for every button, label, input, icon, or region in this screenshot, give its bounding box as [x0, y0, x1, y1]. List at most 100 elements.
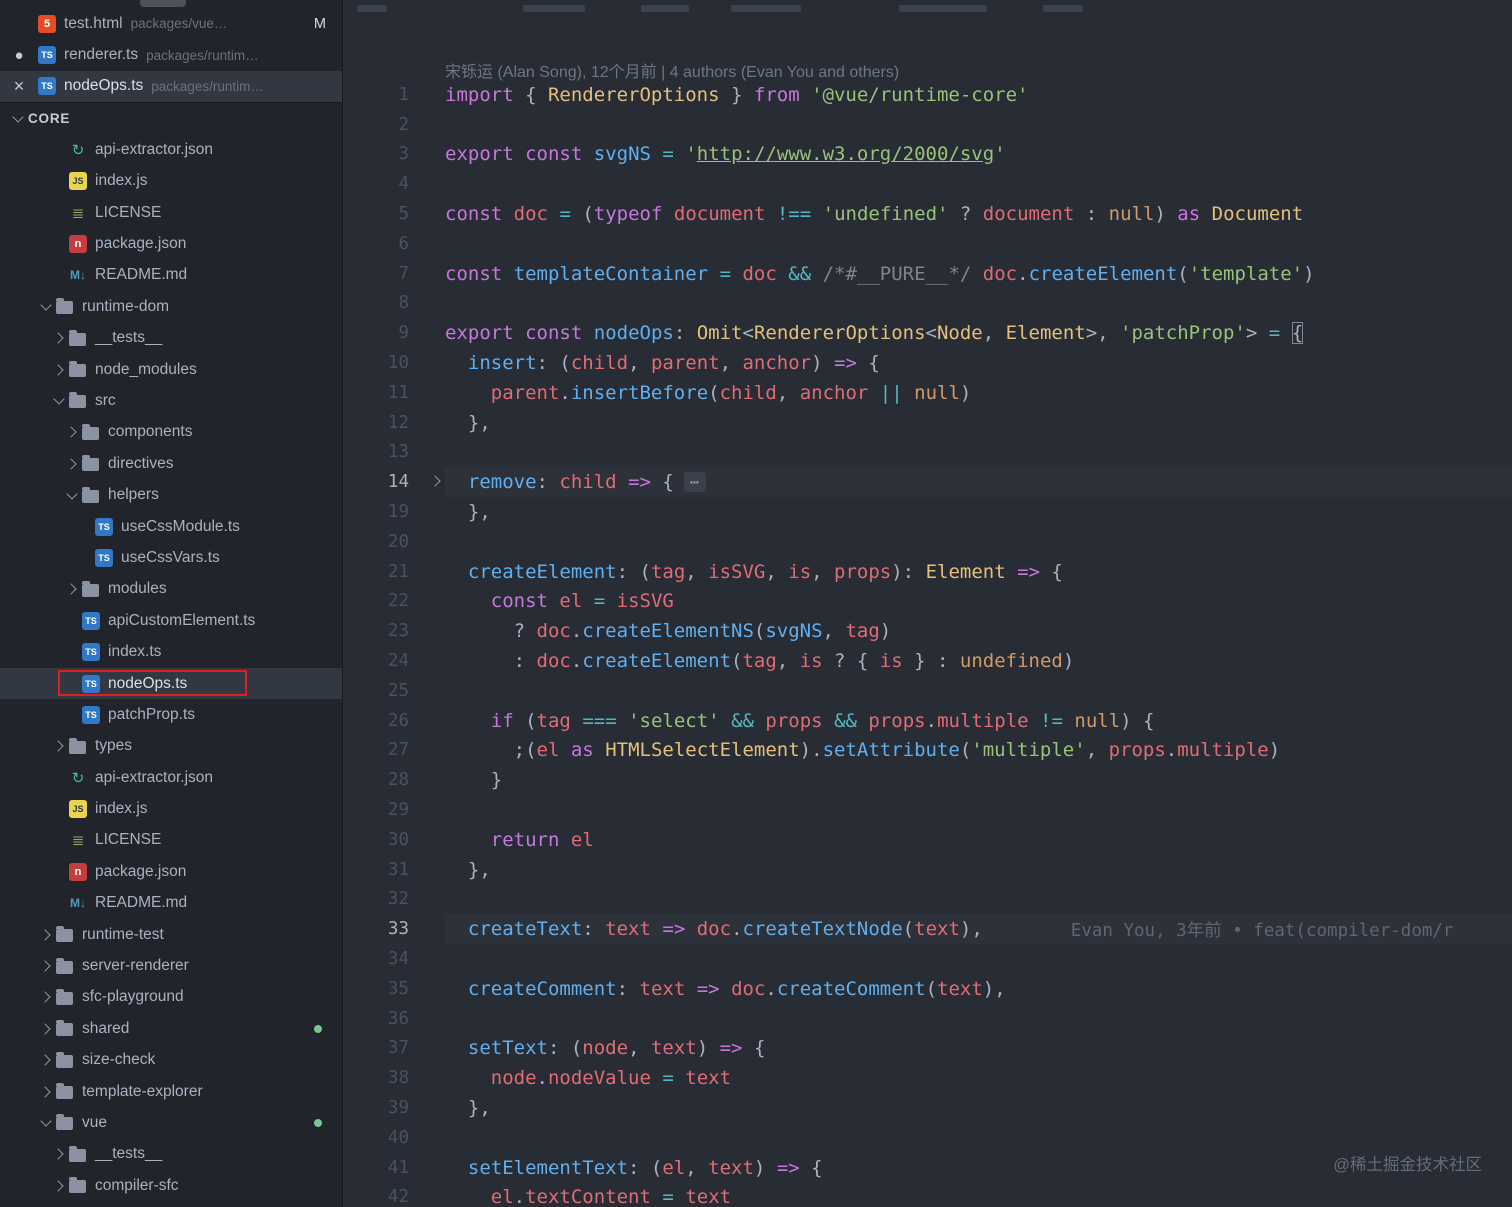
code-line-32[interactable]: 32 — [343, 885, 1512, 915]
tree-item-useCssModule.ts[interactable]: TS useCssModule.ts — [0, 511, 342, 542]
code-line-text[interactable] — [445, 527, 1512, 557]
code-line-text[interactable] — [445, 944, 1512, 974]
code-line-36[interactable]: 36 — [343, 1004, 1512, 1034]
line-number[interactable]: 8 — [343, 289, 445, 319]
code-line-5[interactable]: 5 const doc = (typeof document !== 'undef… — [343, 199, 1512, 229]
code-line-text[interactable]: createComment: text => doc. createComment… — [445, 974, 1512, 1004]
code-line-text[interactable] — [445, 1123, 1512, 1153]
code-area[interactable]: 1 import { RendererOptions } from '@vue/r… — [343, 80, 1512, 1207]
code-line-20[interactable]: 20 — [343, 527, 1512, 557]
line-number[interactable]: 36 — [343, 1004, 445, 1034]
code-line-12[interactable]: 12 }, — [343, 408, 1512, 438]
code-line-21[interactable]: 21 createElement: (tag, isSVG, is, props… — [343, 557, 1512, 587]
code-line-text[interactable]: }, — [445, 1093, 1512, 1123]
section-header-core[interactable]: CORE — [0, 103, 342, 134]
tree-item-types[interactable]: types — [0, 731, 342, 762]
chevron-right-icon[interactable] — [36, 1056, 56, 1064]
line-number[interactable]: 2 — [343, 110, 445, 140]
code-line-30[interactable]: 30 return el — [343, 825, 1512, 855]
tree-item-LICENSE[interactable]: ≣ LICENSE — [0, 825, 342, 856]
line-number[interactable]: 22 — [343, 587, 445, 617]
chevron-right-icon[interactable] — [62, 460, 82, 468]
chevron-right-icon[interactable] — [62, 585, 82, 593]
tree-item-LICENSE[interactable]: ≣ LICENSE — [0, 197, 342, 228]
close-icon[interactable]: × — [0, 77, 38, 95]
line-number[interactable]: 1 — [343, 80, 445, 110]
code-line-text[interactable]: ;(el as HTMLSelectElement). setAttribute(… — [445, 736, 1512, 766]
tree-item-index.ts[interactable]: TS index.ts — [0, 636, 342, 667]
code-line-text[interactable]: ? doc. createElementNS(svgNS, tag) — [445, 616, 1512, 646]
line-number[interactable]: 10 — [343, 348, 445, 378]
chevron-right-icon[interactable] — [49, 1182, 69, 1190]
line-number[interactable]: 4 — [343, 169, 445, 199]
code-line-text[interactable] — [445, 289, 1512, 319]
line-number[interactable]: 11 — [343, 378, 445, 408]
code-line-19[interactable]: 19 }, — [343, 497, 1512, 527]
tree-item-vue[interactable]: vue — [0, 1107, 342, 1138]
code-line-text[interactable]: }, — [445, 855, 1512, 885]
line-number[interactable]: 38 — [343, 1063, 445, 1093]
code-line-7[interactable]: 7 const templateContainer = doc && /*#__P… — [343, 259, 1512, 289]
code-line-text[interactable] — [445, 676, 1512, 706]
line-number[interactable]: 23 — [343, 616, 445, 646]
code-line-text[interactable]: createElement: (tag, isSVG, is, props): … — [445, 557, 1512, 587]
line-number[interactable]: 12 — [343, 408, 445, 438]
tree-item-index.js[interactable]: JS index.js — [0, 166, 342, 197]
line-number[interactable]: 37 — [343, 1034, 445, 1064]
code-line-text[interactable] — [445, 1004, 1512, 1034]
code-line-text[interactable]: return el — [445, 825, 1512, 855]
code-line-4[interactable]: 4 — [343, 169, 1512, 199]
tree-item-compiler-sfc[interactable]: compiler-sfc — [0, 1170, 342, 1201]
line-number[interactable]: 31 — [343, 855, 445, 885]
line-number[interactable]: 20 — [343, 527, 445, 557]
tree-item-helpers[interactable]: helpers — [0, 479, 342, 510]
open-editor-renderer.ts[interactable]: ● TS renderer.ts packages/runtim… — [0, 39, 342, 70]
code-line-35[interactable]: 35 createComment: text => doc. createComm… — [343, 974, 1512, 1004]
chevron-right-icon[interactable] — [49, 366, 69, 374]
code-line-text[interactable]: remove: child => {⋯ — [445, 467, 1512, 498]
line-number[interactable]: 3 — [343, 140, 445, 170]
code-line-34[interactable]: 34 — [343, 944, 1512, 974]
code-line-26[interactable]: 26 if (tag === 'select' && props && prop… — [343, 706, 1512, 736]
tree-item-src[interactable]: src — [0, 385, 342, 416]
line-number[interactable]: 41 — [343, 1153, 445, 1183]
code-line-text[interactable] — [445, 438, 1512, 468]
code-line-text[interactable] — [445, 169, 1512, 199]
chevron-down-icon[interactable] — [36, 304, 56, 309]
line-number[interactable]: 28 — [343, 765, 445, 795]
line-number[interactable]: 39 — [343, 1093, 445, 1123]
tree-item-template-explorer[interactable]: template-explorer — [0, 1076, 342, 1107]
tree-item-api-extractor.json[interactable]: ↻ api-extractor.json — [0, 134, 342, 165]
tree-item-shared[interactable]: shared — [0, 1013, 342, 1044]
line-number[interactable]: 27 — [343, 736, 445, 766]
tree-item-dist[interactable]: dist — [0, 1201, 342, 1207]
code-line-42[interactable]: 42 el. textContent = text — [343, 1182, 1512, 1207]
tree-item-apiCustomElement.ts[interactable]: TS apiCustomElement.ts — [0, 605, 342, 636]
code-line-text[interactable]: node. nodeValue = text — [445, 1063, 1512, 1093]
tree-item-README.md[interactable]: M↓ README.md — [0, 260, 342, 291]
tree-item-directives[interactable]: directives — [0, 448, 342, 479]
tree-item-package.json[interactable]: n package.json — [0, 856, 342, 887]
line-number[interactable]: 42 — [343, 1182, 445, 1207]
code-line-37[interactable]: 37 setText: (node, text) => { — [343, 1034, 1512, 1064]
tree-item-components[interactable]: components — [0, 417, 342, 448]
code-line-text[interactable]: const doc = (typeof document !== 'undefi… — [445, 199, 1512, 229]
code-line-text[interactable]: insert: (child, parent, anchor) => { — [445, 348, 1512, 378]
chevron-right-icon[interactable] — [49, 334, 69, 342]
tree-item-patchProp.ts[interactable]: TS patchProp.ts — [0, 699, 342, 730]
code-line-10[interactable]: 10 insert: (child, parent, anchor) => { — [343, 348, 1512, 378]
tree-item-__tests__[interactable]: __tests__ — [0, 323, 342, 354]
code-line-text[interactable] — [445, 885, 1512, 915]
code-line-13[interactable]: 13 — [343, 438, 1512, 468]
code-line-text[interactable]: el. textContent = text — [445, 1182, 1512, 1207]
line-number[interactable]: 13 — [343, 438, 445, 468]
code-line-text[interactable] — [445, 229, 1512, 259]
code-line-28[interactable]: 28 } — [343, 765, 1512, 795]
code-line-2[interactable]: 2 — [343, 110, 1512, 140]
folded-code-badge[interactable]: ⋯ — [683, 472, 706, 493]
line-number[interactable]: 5 — [343, 199, 445, 229]
tree-item-useCssVars.ts[interactable]: TS useCssVars.ts — [0, 542, 342, 573]
tree-item-size-check[interactable]: size-check — [0, 1045, 342, 1076]
line-number[interactable]: 40 — [343, 1123, 445, 1153]
tree-item-modules[interactable]: modules — [0, 574, 342, 605]
